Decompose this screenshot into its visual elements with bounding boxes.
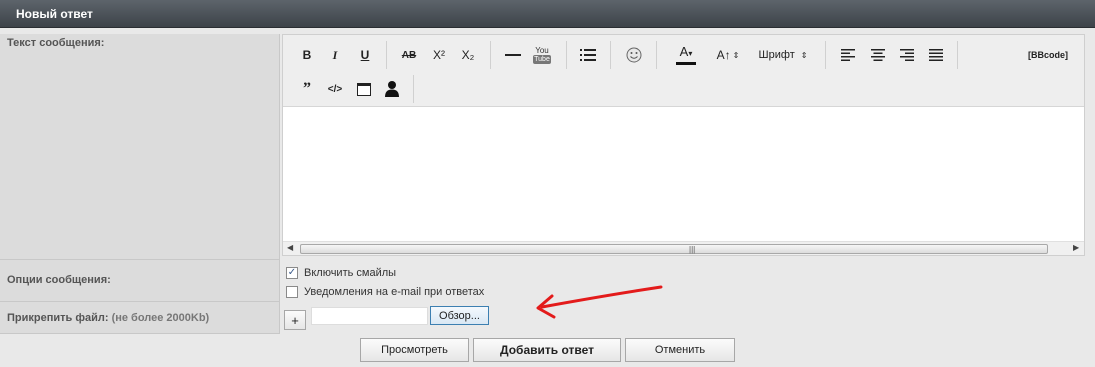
- bold-button[interactable]: B: [297, 45, 317, 65]
- toolbar-separator: [490, 41, 491, 69]
- enable-smilies-label: Включить смайлы: [304, 267, 397, 279]
- enable-smilies-checkbox[interactable]: ✓: [286, 267, 298, 279]
- email-notify-option[interactable]: Уведомления на e-mail при ответах: [286, 286, 484, 298]
- toolbar-separator: [413, 75, 414, 103]
- strikethrough-button[interactable]: AB: [397, 45, 421, 65]
- quote-button[interactable]: ”: [297, 79, 317, 99]
- editor-horizontal-scrollbar[interactable]: ◀ ||| ▶: [283, 241, 1084, 255]
- cancel-button[interactable]: Отменить: [625, 338, 735, 362]
- smiley-icon[interactable]: [623, 45, 645, 65]
- subscript-button[interactable]: X₂: [457, 45, 479, 65]
- italic-button[interactable]: I: [325, 45, 345, 65]
- browse-button[interactable]: Обзор...: [430, 306, 489, 325]
- scroll-right-icon[interactable]: ▶: [1073, 243, 1079, 252]
- font-family-select[interactable]: Шрифт ⇕: [753, 45, 813, 65]
- user-icon[interactable]: [381, 78, 403, 98]
- message-textarea[interactable]: [283, 108, 1084, 241]
- font-family-label: Шрифт: [758, 49, 795, 61]
- form-title: Новый ответ: [16, 7, 93, 21]
- underline-button[interactable]: U: [355, 45, 375, 65]
- add-attachment-button[interactable]: +: [284, 310, 306, 330]
- align-justify-icon[interactable]: [925, 45, 947, 65]
- scrollbar-grip-icon: |||: [689, 245, 696, 254]
- toolbar-separator: [566, 41, 567, 69]
- attach-file-label: Прикрепить файл:: [7, 312, 109, 324]
- email-notify-checkbox[interactable]: [286, 286, 298, 298]
- message-text-label: Текст сообщения:: [7, 37, 105, 49]
- font-color-icon[interactable]: A▾: [673, 43, 699, 67]
- list-icon[interactable]: [577, 45, 599, 65]
- message-options-label-cell: Опции сообщения:: [0, 260, 280, 302]
- message-text-label-cell: Текст сообщения:: [0, 34, 280, 260]
- attach-limit-label: (не более 2000Kb): [111, 312, 210, 324]
- preview-button[interactable]: Просмотреть: [360, 338, 469, 362]
- align-right-icon[interactable]: [896, 45, 918, 65]
- spoiler-icon[interactable]: [353, 79, 375, 99]
- align-left-icon[interactable]: [837, 45, 859, 65]
- horizontal-rule-icon[interactable]: [502, 45, 524, 65]
- youtube-button[interactable]: You Tube: [531, 42, 553, 68]
- code-button[interactable]: </>: [323, 79, 347, 99]
- attach-file-label-cell: Прикрепить файл: (не более 2000Kb): [0, 302, 280, 334]
- font-size-select[interactable]: A↑ ⇕: [711, 45, 745, 65]
- font-size-label: A↑: [716, 48, 731, 62]
- bbcode-toggle-button[interactable]: [BBcode]: [1023, 45, 1073, 65]
- file-path-input[interactable]: [311, 307, 428, 325]
- toolbar-separator: [825, 41, 826, 69]
- scroll-left-icon[interactable]: ◀: [287, 243, 293, 252]
- message-options-label: Опции сообщения:: [7, 274, 111, 286]
- toolbar-separator: [656, 41, 657, 69]
- superscript-button[interactable]: X²: [428, 45, 450, 65]
- toolbar-separator: [386, 41, 387, 69]
- scrollbar-thumb[interactable]: |||: [300, 244, 1048, 254]
- align-center-icon[interactable]: [867, 45, 889, 65]
- red-arrow-annotation: [536, 285, 663, 319]
- form-header: Новый ответ: [0, 0, 1095, 28]
- toolbar-separator: [610, 41, 611, 69]
- email-notify-label: Уведомления на e-mail при ответах: [304, 286, 485, 298]
- enable-smilies-option[interactable]: ✓ Включить смайлы: [286, 267, 396, 279]
- toolbar-separator: [957, 41, 958, 69]
- bbcode-editor: B I U AB X² X₂ You Tube A▾ A↑ ⇕ Шрифт ⇕ …: [282, 34, 1085, 256]
- editor-toolbar: B I U AB X² X₂ You Tube A▾ A↑ ⇕ Шрифт ⇕ …: [283, 35, 1084, 107]
- submit-reply-button[interactable]: Добавить ответ: [473, 338, 621, 362]
